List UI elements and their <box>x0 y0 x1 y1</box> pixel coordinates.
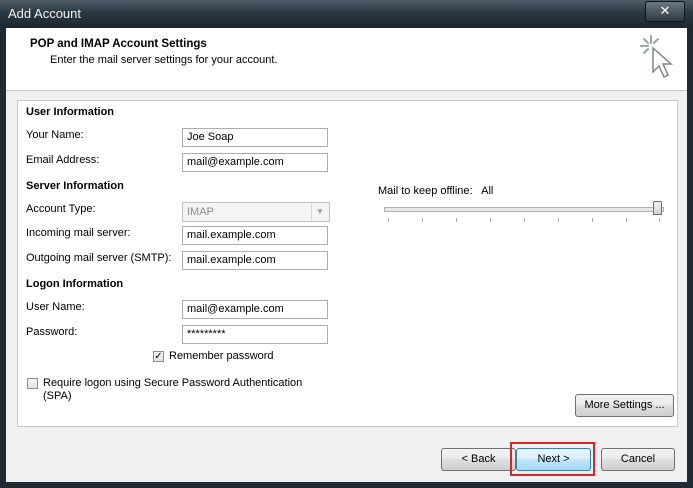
slider-tick <box>490 218 491 222</box>
spa-checkbox[interactable] <box>27 378 38 389</box>
user-name-input[interactable]: mail@example.com <box>182 300 328 319</box>
chevron-down-icon: ▼ <box>311 204 328 220</box>
incoming-server-label: Incoming mail server: <box>26 227 131 239</box>
checkmark-icon: ✓ <box>154 351 163 362</box>
offline-slider-ticks <box>388 218 660 222</box>
slider-tick <box>558 218 559 222</box>
section-user-information: User Information <box>26 106 115 118</box>
email-address-input[interactable]: mail@example.com <box>182 153 328 172</box>
your-name-input[interactable]: Joe Soap <box>182 128 328 147</box>
account-type-value: IMAP <box>187 206 214 218</box>
spa-label-line1: Require logon using Secure Password Auth… <box>43 377 303 389</box>
password-input[interactable]: ********* <box>182 325 328 344</box>
more-settings-button[interactable]: More Settings ... <box>575 394 674 417</box>
remember-password-checkbox[interactable]: ✓ <box>153 351 164 362</box>
section-logon-information: Logon Information <box>26 278 124 290</box>
close-icon: ✕ <box>659 3 671 18</box>
close-button[interactable]: ✕ <box>645 1 685 22</box>
slider-tick <box>524 218 525 222</box>
slider-tick <box>388 218 389 222</box>
header-title: POP and IMAP Account Settings <box>30 38 207 50</box>
account-type-select[interactable]: IMAP ▼ <box>182 202 330 222</box>
back-button[interactable]: < Back <box>441 448 516 471</box>
offline-slider-track[interactable] <box>384 207 664 212</box>
dialog-header: POP and IMAP Account Settings Enter the … <box>6 28 687 91</box>
your-name-label: Your Name: <box>26 129 84 141</box>
remember-password-label: Remember password <box>169 350 274 362</box>
slider-tick <box>456 218 457 222</box>
email-address-label: Email Address: <box>26 154 100 166</box>
mail-offline-label: Mail to keep offline: All <box>378 185 493 197</box>
user-name-label: User Name: <box>26 301 85 313</box>
next-button-highlight <box>510 442 595 476</box>
slider-tick <box>659 218 660 222</box>
incoming-server-input[interactable]: mail.example.com <box>182 226 328 245</box>
mail-offline-text: Mail to keep offline: <box>378 185 473 197</box>
spa-label-line2: (SPA) <box>43 390 72 402</box>
slider-tick <box>422 218 423 222</box>
cursor-click-icon <box>640 35 673 79</box>
outgoing-server-label: Outgoing mail server (SMTP): <box>26 252 172 264</box>
window-title: Add Account <box>8 6 81 21</box>
slider-tick <box>592 218 593 222</box>
title-bar: Add Account ✕ <box>0 0 693 28</box>
header-subtitle: Enter the mail server settings for your … <box>50 54 278 66</box>
dialog-client-area: POP and IMAP Account Settings Enter the … <box>6 28 687 482</box>
offline-slider-thumb[interactable] <box>653 201 662 215</box>
add-account-window: Add Account ✕ POP and IMAP Account Setti… <box>0 0 693 488</box>
settings-panel: User Information Your Name: Joe Soap Ema… <box>17 100 678 427</box>
account-type-label: Account Type: <box>26 203 96 215</box>
mail-offline-value: All <box>481 185 494 197</box>
outgoing-server-input[interactable]: mail.example.com <box>182 251 328 270</box>
password-label: Password: <box>26 326 78 338</box>
cancel-button[interactable]: Cancel <box>601 448 675 471</box>
slider-tick <box>626 218 627 222</box>
section-server-information: Server Information <box>26 180 124 192</box>
